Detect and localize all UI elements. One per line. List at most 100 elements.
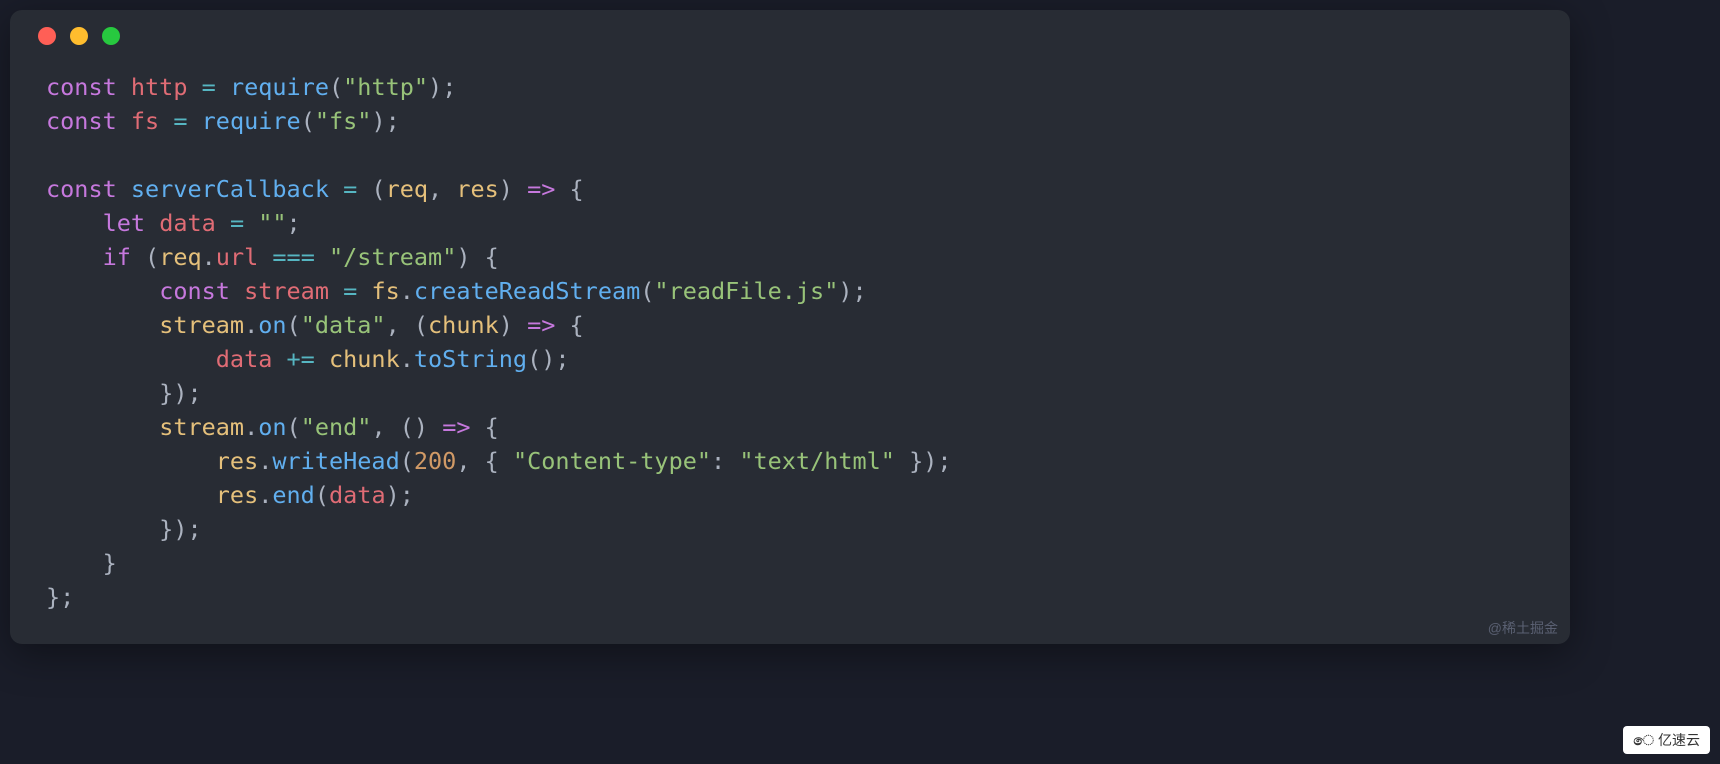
code-content: const http = require("http"); const fs =… xyxy=(10,62,1570,644)
code-token: "" xyxy=(258,209,286,237)
code-token: = xyxy=(230,209,244,237)
code-token: { xyxy=(555,311,583,339)
code-token: ); xyxy=(371,107,399,135)
minimize-icon[interactable] xyxy=(70,27,88,45)
code-token: const xyxy=(46,107,131,135)
code-token: ); xyxy=(428,73,456,101)
code-token: "Content-type" xyxy=(513,447,711,475)
code-token: ( xyxy=(131,243,159,271)
code-token: "http" xyxy=(343,73,428,101)
code-token: chunk xyxy=(329,345,400,373)
code-token: ( xyxy=(287,413,301,441)
code-token: "text/html" xyxy=(739,447,895,475)
code-token: require xyxy=(202,107,301,135)
code-token: } xyxy=(46,549,117,577)
brand-badge-icon: ෙ xyxy=(1633,732,1654,749)
code-token: writeHead xyxy=(272,447,399,475)
code-token: }); xyxy=(46,379,202,407)
code-token: }; xyxy=(46,583,74,611)
code-token: stream xyxy=(244,277,329,305)
code-token: on xyxy=(258,311,286,339)
code-token: "data" xyxy=(301,311,386,339)
code-token: : xyxy=(711,447,739,475)
code-token: url xyxy=(216,243,258,271)
code-token xyxy=(357,277,371,305)
code-token: ( xyxy=(315,481,329,509)
code-token: += xyxy=(287,345,315,373)
code-token: { xyxy=(555,175,583,203)
code-token xyxy=(159,107,173,135)
code-token: ) xyxy=(499,175,527,203)
code-token: => xyxy=(527,311,555,339)
code-token xyxy=(46,209,103,237)
code-token: require xyxy=(230,73,329,101)
code-token: ( xyxy=(400,447,414,475)
brand-badge-text: 亿速云 xyxy=(1658,730,1700,750)
code-token: createReadStream xyxy=(414,277,640,305)
code-token xyxy=(258,243,272,271)
code-token: fs xyxy=(371,277,399,305)
code-token: end xyxy=(272,481,314,509)
code-token: . xyxy=(258,481,272,509)
code-token: . xyxy=(258,447,272,475)
code-token: res xyxy=(216,447,258,475)
code-token: const xyxy=(159,277,244,305)
code-token: res xyxy=(216,481,258,509)
code-token: "end" xyxy=(301,413,372,441)
code-token: http xyxy=(131,73,188,101)
code-token xyxy=(46,277,159,305)
code-token: = xyxy=(173,107,187,135)
code-token: ( xyxy=(640,277,654,305)
code-token: . xyxy=(244,413,258,441)
code-token xyxy=(244,209,258,237)
code-token xyxy=(46,481,216,509)
maximize-icon[interactable] xyxy=(102,27,120,45)
code-token: "readFile.js" xyxy=(654,277,838,305)
watermark-text: @稀土掘金 xyxy=(1488,618,1558,638)
code-token xyxy=(329,175,343,203)
code-token: , xyxy=(428,175,456,203)
code-token: (); xyxy=(527,345,569,373)
code-token: const xyxy=(46,175,131,203)
window-titlebar xyxy=(10,10,1570,62)
code-token: ( xyxy=(301,107,315,135)
code-token: , ( xyxy=(386,311,428,339)
code-token: const xyxy=(46,73,131,101)
code-token: req xyxy=(386,175,428,203)
code-token: , { xyxy=(456,447,513,475)
code-token: = xyxy=(202,73,216,101)
code-token: stream xyxy=(159,311,244,339)
code-token: }); xyxy=(46,515,202,543)
code-token xyxy=(216,209,230,237)
code-window: const http = require("http"); const fs =… xyxy=(10,10,1570,644)
code-token: = xyxy=(343,175,357,203)
code-token xyxy=(46,243,103,271)
code-token: . xyxy=(202,243,216,271)
code-token: === xyxy=(272,243,314,271)
code-token: ); xyxy=(386,481,414,509)
code-token: ; xyxy=(287,209,301,237)
code-token: ); xyxy=(838,277,866,305)
code-token: serverCallback xyxy=(131,175,329,203)
code-token: on xyxy=(258,413,286,441)
code-token: => xyxy=(442,413,470,441)
code-token xyxy=(188,107,202,135)
code-token xyxy=(46,345,216,373)
code-token: . xyxy=(400,277,414,305)
code-token: ( xyxy=(357,175,385,203)
code-token xyxy=(272,345,286,373)
code-token: data xyxy=(159,209,216,237)
code-token: chunk xyxy=(428,311,499,339)
code-token xyxy=(187,73,201,101)
code-token: fs xyxy=(131,107,159,135)
code-token: "/stream" xyxy=(329,243,456,271)
code-token: { xyxy=(470,413,498,441)
code-token: data xyxy=(216,345,273,373)
code-token: . xyxy=(244,311,258,339)
code-token: ( xyxy=(329,73,343,101)
code-token: req xyxy=(159,243,201,271)
code-token xyxy=(315,345,329,373)
close-icon[interactable] xyxy=(38,27,56,45)
code-token xyxy=(329,277,343,305)
code-token xyxy=(216,73,230,101)
